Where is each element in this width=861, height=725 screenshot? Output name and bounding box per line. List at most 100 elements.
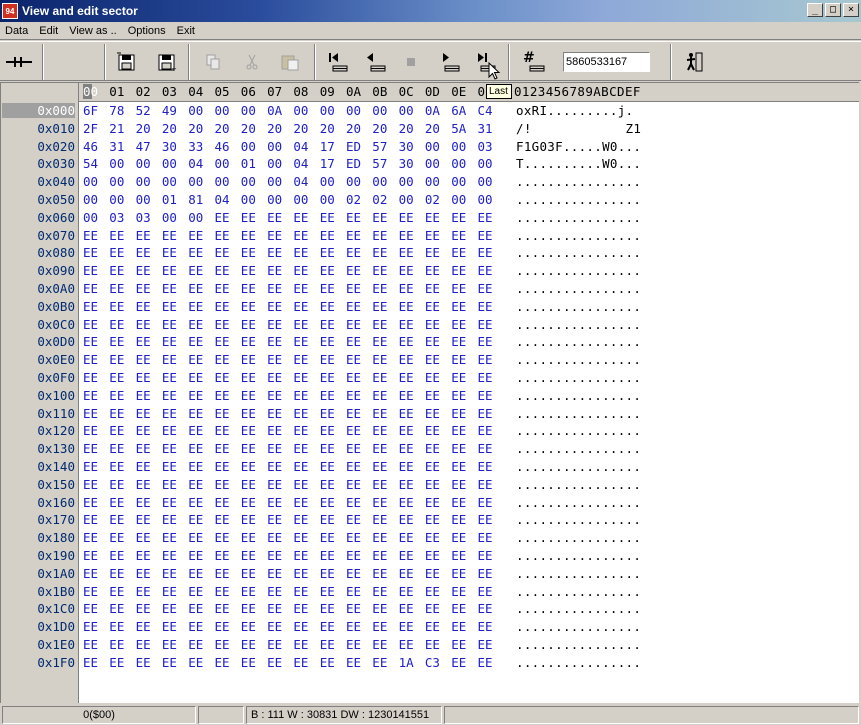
- hex-byte[interactable]: EE: [372, 566, 396, 581]
- hex-byte[interactable]: EE: [215, 512, 239, 527]
- hex-byte[interactable]: EE: [451, 495, 475, 510]
- ascii-text[interactable]: ................: [516, 601, 641, 616]
- goto-icon[interactable]: #: [518, 46, 548, 78]
- hex-byte[interactable]: EE: [241, 477, 265, 492]
- hex-byte[interactable]: EE: [372, 334, 396, 349]
- hex-byte[interactable]: 00: [451, 174, 475, 189]
- hex-byte[interactable]: ED: [346, 139, 370, 154]
- hex-byte[interactable]: EE: [267, 619, 291, 634]
- hex-byte[interactable]: EE: [136, 548, 160, 563]
- hex-byte[interactable]: EE: [346, 459, 370, 474]
- hex-byte[interactable]: EE: [83, 423, 107, 438]
- hex-byte[interactable]: 6F: [83, 103, 107, 118]
- hex-byte[interactable]: EE: [399, 317, 423, 332]
- save-as-icon[interactable]: +: [152, 46, 182, 78]
- hex-byte[interactable]: EE: [451, 388, 475, 403]
- hex-byte[interactable]: EE: [320, 495, 344, 510]
- hex-byte[interactable]: 20: [267, 121, 291, 136]
- hex-byte[interactable]: EE: [136, 441, 160, 456]
- ascii-text[interactable]: ................: [516, 512, 641, 527]
- hex-byte[interactable]: EE: [346, 245, 370, 260]
- hex-byte[interactable]: 00: [162, 156, 186, 171]
- hex-byte[interactable]: EE: [425, 566, 449, 581]
- ascii-text[interactable]: ................: [516, 530, 641, 545]
- hex-byte[interactable]: EE: [293, 388, 317, 403]
- hex-byte[interactable]: EE: [399, 601, 423, 616]
- hex-byte[interactable]: EE: [425, 406, 449, 421]
- hex-byte[interactable]: EE: [399, 228, 423, 243]
- hex-byte[interactable]: EE: [136, 655, 160, 670]
- hex-byte[interactable]: EE: [241, 263, 265, 278]
- hex-byte[interactable]: EE: [372, 619, 396, 634]
- hex-byte[interactable]: EE: [293, 584, 317, 599]
- hex-byte[interactable]: EE: [136, 228, 160, 243]
- hex-byte[interactable]: EE: [267, 655, 291, 670]
- hex-byte[interactable]: EE: [399, 619, 423, 634]
- hex-byte[interactable]: EE: [425, 423, 449, 438]
- hex-byte[interactable]: EE: [241, 459, 265, 474]
- hex-byte[interactable]: EE: [478, 423, 502, 438]
- hex-byte[interactable]: EE: [215, 566, 239, 581]
- hex-byte[interactable]: EE: [425, 584, 449, 599]
- hex-byte[interactable]: 17: [320, 156, 344, 171]
- hex-byte[interactable]: EE: [451, 566, 475, 581]
- hex-byte[interactable]: EE: [399, 406, 423, 421]
- hex-byte[interactable]: EE: [215, 299, 239, 314]
- hex-byte[interactable]: EE: [451, 281, 475, 296]
- ascii-text[interactable]: ................: [516, 334, 641, 349]
- hex-byte[interactable]: 00: [267, 139, 291, 154]
- hex-byte[interactable]: EE: [188, 245, 212, 260]
- hex-byte[interactable]: 20: [293, 121, 317, 136]
- hex-byte[interactable]: EE: [451, 601, 475, 616]
- hex-byte[interactable]: EE: [346, 406, 370, 421]
- hex-byte[interactable]: EE: [162, 459, 186, 474]
- hex-byte[interactable]: EE: [320, 530, 344, 545]
- hex-byte[interactable]: EE: [478, 495, 502, 510]
- hex-byte[interactable]: EE: [241, 245, 265, 260]
- hex-byte[interactable]: EE: [241, 281, 265, 296]
- hex-byte[interactable]: EE: [109, 566, 133, 581]
- hex-byte[interactable]: 20: [162, 121, 186, 136]
- hex-byte[interactable]: EE: [320, 477, 344, 492]
- hex-byte[interactable]: EE: [241, 228, 265, 243]
- hex-byte[interactable]: 46: [83, 139, 107, 154]
- hex-byte[interactable]: 00: [241, 139, 265, 154]
- hex-byte[interactable]: EE: [293, 495, 317, 510]
- hex-byte[interactable]: EE: [162, 406, 186, 421]
- hex-byte[interactable]: EE: [372, 530, 396, 545]
- ascii-text[interactable]: ................: [516, 174, 641, 189]
- hex-byte[interactable]: 0A: [425, 103, 449, 118]
- hex-byte[interactable]: EE: [188, 655, 212, 670]
- ascii-text[interactable]: ................: [516, 637, 641, 652]
- ascii-text[interactable]: ................: [516, 228, 641, 243]
- hex-byte[interactable]: EE: [109, 512, 133, 527]
- hex-byte[interactable]: EE: [372, 370, 396, 385]
- hex-byte[interactable]: 00: [109, 174, 133, 189]
- first-icon[interactable]: [322, 46, 352, 78]
- hex-byte[interactable]: EE: [267, 441, 291, 456]
- hex-byte[interactable]: 00: [162, 174, 186, 189]
- hex-byte[interactable]: EE: [162, 423, 186, 438]
- hex-byte[interactable]: EE: [346, 423, 370, 438]
- hex-byte[interactable]: EE: [372, 245, 396, 260]
- hex-byte[interactable]: 03: [109, 210, 133, 225]
- paste-icon[interactable]: [275, 46, 305, 78]
- hex-byte[interactable]: EE: [162, 245, 186, 260]
- hex-byte[interactable]: EE: [478, 406, 502, 421]
- hex-byte[interactable]: EE: [293, 530, 317, 545]
- hex-byte[interactable]: EE: [241, 601, 265, 616]
- hex-byte[interactable]: EE: [320, 263, 344, 278]
- hex-byte[interactable]: 30: [399, 139, 423, 154]
- hex-byte[interactable]: EE: [215, 406, 239, 421]
- hex-byte[interactable]: EE: [83, 334, 107, 349]
- hex-byte[interactable]: EE: [136, 245, 160, 260]
- hex-byte[interactable]: EE: [451, 352, 475, 367]
- hex-byte[interactable]: EE: [162, 317, 186, 332]
- hex-byte[interactable]: EE: [109, 281, 133, 296]
- hex-byte[interactable]: EE: [320, 281, 344, 296]
- menu-options[interactable]: Options: [123, 25, 172, 37]
- hex-byte[interactable]: EE: [425, 370, 449, 385]
- hex-byte[interactable]: EE: [478, 601, 502, 616]
- hex-byte[interactable]: EE: [188, 548, 212, 563]
- hex-byte[interactable]: EE: [478, 388, 502, 403]
